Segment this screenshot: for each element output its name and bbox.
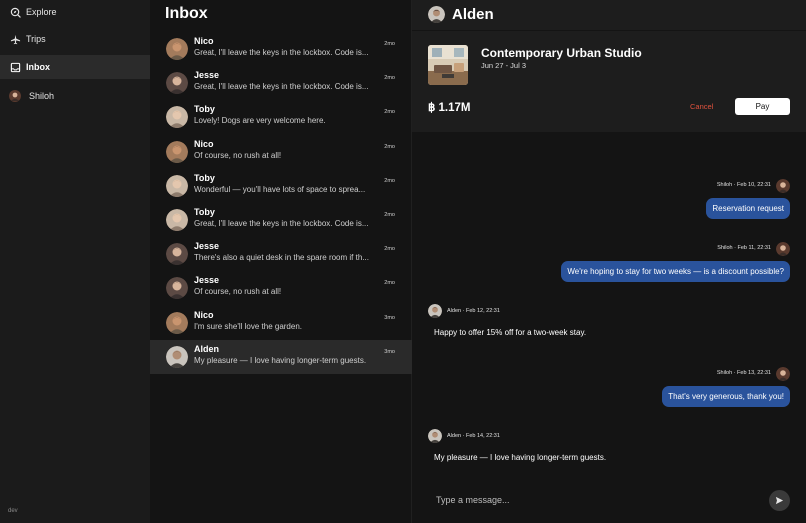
avatar	[776, 242, 790, 256]
listing-dates: Jun 27 - Jul 3	[481, 61, 527, 70]
airplane-icon	[9, 33, 21, 45]
conversation-snippet: Of course, no rush at all!	[194, 150, 282, 160]
conversation-item[interactable]: Toby Great, I'll leave the keys in the lo…	[150, 203, 412, 237]
conversation-name: Toby	[194, 172, 215, 183]
send-button[interactable]	[769, 490, 790, 511]
conversation-snippet: Great, I'll leave the keys in the lockbo…	[194, 48, 369, 57]
sidebar-user-shiloh[interactable]: Shiloh	[0, 84, 150, 108]
conversation-item[interactable]: Toby Wonderful — you'll have lots of spac…	[150, 169, 412, 203]
message-composer	[412, 483, 806, 523]
conversation-name: Alden	[194, 343, 220, 354]
conversation-item[interactable]: Nico I'm sure she'll love the garden. 3mo	[150, 306, 412, 340]
conversation-time: 2mo	[384, 109, 395, 116]
message-bubble-incoming: Happy to offer 15% off for a two-week st…	[434, 328, 587, 337]
avatar	[166, 140, 188, 163]
listing-title: Contemporary Urban Studio	[481, 46, 642, 60]
conversation-name: Jesse	[194, 275, 220, 286]
avatar	[166, 277, 188, 300]
sidebar-item-label: Explore	[26, 7, 57, 17]
avatar	[166, 209, 188, 231]
conversation-snippet: There's also a quiet desk in the spare r…	[194, 253, 369, 263]
inbox-icon	[9, 61, 21, 73]
avatar	[166, 72, 188, 95]
conversation-snippet: Great, I'll leave the keys in the lockbo…	[194, 219, 369, 228]
conversation-snippet: Great, I'll leave the keys in the lockbo…	[194, 82, 369, 92]
conversation-time: 2mo	[384, 246, 395, 253]
listing-price: ฿ 1.17M	[428, 102, 471, 114]
sidebar-item-trips[interactable]: Trips	[0, 27, 150, 51]
listing-card: Contemporary Urban Studio Jun 27 - Jul 3…	[412, 31, 806, 132]
conversation-name: Toby	[194, 104, 215, 115]
avatar	[776, 367, 790, 381]
send-icon	[775, 492, 784, 510]
conversation-time: 2mo	[384, 41, 395, 47]
conversation-item[interactable]: Jesse Great, I'll leave the keys in the l…	[150, 66, 412, 100]
conversation-time: 3mo	[384, 348, 395, 355]
compass-icon	[9, 6, 21, 18]
message-input[interactable]	[428, 491, 758, 509]
message-meta: Shiloh · Feb 13, 22:31	[716, 370, 771, 376]
sidebar: Explore Trips Inbox Shiloh dev	[0, 0, 150, 523]
conversation-item[interactable]: Toby Lovely! Dogs are very welcome here. 2…	[150, 100, 412, 134]
conversation-name: Nico	[194, 138, 214, 149]
avatar	[166, 345, 188, 368]
environment-label: dev	[8, 508, 18, 514]
conversation-name: Jesse	[194, 241, 220, 252]
conversation-item[interactable]: Nico Of course, no rush at all! 2mo	[150, 135, 412, 169]
conversation-snippet: I'm sure she'll love the garden.	[194, 321, 302, 331]
conversation-time: 2mo	[384, 75, 395, 82]
sidebar-item-label: Inbox	[26, 62, 50, 72]
conversation-item[interactable]: Alden My pleasure — I love having longer-…	[150, 339, 412, 374]
chat-panel: Alden Contemporary Urban Studio Jun 27 -…	[412, 0, 806, 523]
message-meta: Alden · Feb 12, 22:31	[447, 308, 500, 314]
avatar	[166, 243, 188, 266]
conversation-item[interactable]: Jesse Of course, no rush at all! 2mo	[150, 271, 412, 305]
avatar	[166, 106, 188, 129]
message-meta: Shiloh · Feb 10, 22:31	[716, 182, 771, 188]
conversation-time: 2mo	[384, 212, 395, 218]
conversation-time: 3mo	[384, 314, 395, 321]
avatar	[166, 311, 188, 334]
avatar	[166, 38, 188, 60]
avatar	[428, 6, 445, 23]
listing-thumbnail[interactable]	[428, 45, 468, 85]
conversation-name: Toby	[194, 207, 215, 217]
chat-header: Alden	[412, 0, 806, 30]
conversation-item[interactable]: Jesse There's also a quiet desk in the sp…	[150, 237, 412, 271]
conversation-list: Inbox Nico Great, I'll leave the keys in …	[150, 0, 412, 523]
sidebar-item-inbox[interactable]: Inbox	[0, 55, 150, 79]
avatar	[776, 179, 790, 193]
avatar	[428, 429, 442, 443]
pay-button[interactable]: Pay	[735, 98, 790, 115]
chat-title: Alden	[452, 6, 494, 23]
conversation-name: Nico	[194, 309, 214, 320]
page-title: Inbox	[165, 5, 208, 22]
conversation-snippet: Lovely! Dogs are very welcome here.	[194, 116, 326, 126]
conversation-name: Nico	[194, 36, 214, 46]
cancel-button[interactable]: Cancel	[690, 102, 713, 111]
sidebar-item-label: Trips	[26, 34, 46, 44]
conversation-snippet: My pleasure — I love having longer-term …	[194, 355, 367, 365]
conversation-item[interactable]: Nico Great, I'll leave the keys in the lo…	[150, 32, 412, 66]
message-bubble-outgoing: That's very generous, thank you!	[662, 386, 790, 407]
sidebar-user-label: Shiloh	[29, 91, 55, 101]
avatar	[166, 174, 188, 197]
message-meta: Shiloh · Feb 11, 22:31	[717, 245, 771, 251]
conversation-name: Jesse	[194, 70, 220, 81]
conversation-snippet: Of course, no rush at all!	[194, 287, 282, 297]
conversation-time: 2mo	[384, 143, 395, 150]
conversation-time: 2mo	[384, 280, 395, 287]
conversation-time: 2mo	[384, 177, 395, 184]
conversation-snippet: Wonderful — you'll have lots of space to…	[194, 184, 366, 194]
message-meta: Alden · Feb 14, 22:31	[447, 433, 500, 439]
sidebar-item-explore[interactable]: Explore	[0, 0, 150, 24]
avatar	[9, 90, 21, 102]
avatar	[428, 304, 442, 318]
message-bubble-incoming: My pleasure — I love having longer-term …	[434, 453, 607, 462]
message-bubble-outgoing: We're hoping to stay for two weeks — is …	[561, 261, 790, 282]
message-bubble-outgoing: Reservation request	[706, 198, 790, 219]
